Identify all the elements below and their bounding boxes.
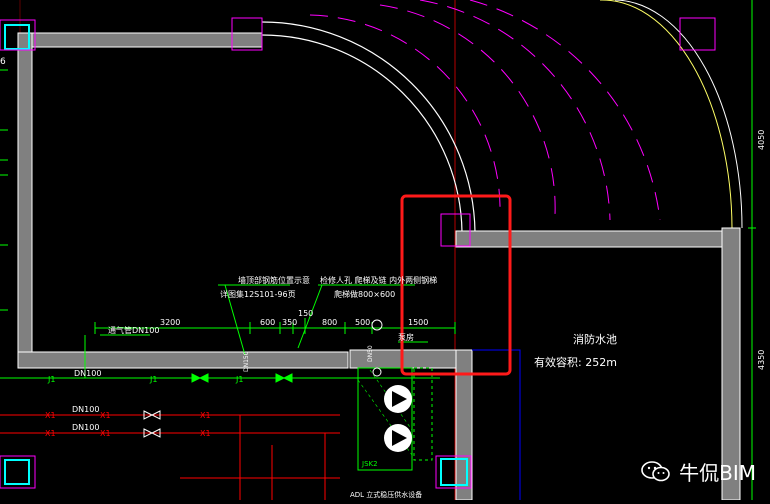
watermark-text: 牛侃BIM <box>679 461 756 485</box>
x1-c: X1 <box>200 411 211 420</box>
floor-plan-svg: 6 墙顶部钢筋位置示意 详图集12S101-96页 检修人孔 爬梯及链 内外两侧… <box>0 0 766 501</box>
x1-a: X1 <box>45 411 56 420</box>
dim-600: 600 <box>260 318 275 327</box>
watermark: 牛侃BIM <box>641 457 756 486</box>
highlight-box[interactable] <box>400 194 512 376</box>
dim-350: 350 <box>282 318 297 327</box>
jsk2-label: JSK2 <box>361 460 378 468</box>
dn50-label: DN50 <box>367 345 374 362</box>
pool-name: 消防水池 <box>573 332 617 346</box>
cad-drawing-canvas[interactable]: 6 墙顶部钢筋位置示意 详图集12S101-96页 检修人孔 爬梯及链 内外两侧… <box>0 0 770 501</box>
x1-d: X1 <box>45 429 56 438</box>
dim-4350: 4350 <box>757 350 766 370</box>
note-1: 墙顶部钢筋位置示意 <box>238 275 310 285</box>
dim-500: 500 <box>355 318 370 327</box>
walls <box>17 32 741 501</box>
x1-f: X1 <box>200 429 211 438</box>
room-label: ADL 立式稳压供水设备 <box>350 490 422 499</box>
note-2: 详图集12S101-96页 <box>220 289 296 299</box>
dn100-b: DN100 <box>72 405 99 414</box>
x1-e: X1 <box>100 429 111 438</box>
j1-b: J1 <box>149 375 157 384</box>
columns <box>4 24 468 486</box>
pipe-x1 <box>0 410 340 500</box>
dim-6-label: 6 <box>0 57 6 67</box>
dim-3200: 3200 <box>160 318 180 327</box>
note-4: 爬梯做800×600 <box>334 289 395 299</box>
wechat-icon <box>641 460 671 483</box>
note-3: 检修人孔 爬梯及链 内外两侧钢梯 <box>320 275 437 285</box>
dashed-arcs <box>309 0 661 221</box>
x1-b: X1 <box>100 411 111 420</box>
dim-800: 800 <box>322 318 337 327</box>
dim-150: 150 <box>298 309 313 318</box>
j1-c: J1 <box>235 375 243 384</box>
pump-label: 泵房 <box>398 332 414 342</box>
left-ticks <box>0 69 8 311</box>
dn100-a: DN100 <box>74 369 101 378</box>
j1-a: J1 <box>47 375 55 384</box>
pool-capacity: 有效容积: 252m <box>534 355 617 369</box>
right-dimensions <box>748 0 756 500</box>
dim-1500: 1500 <box>408 318 428 327</box>
dn100-c: DN100 <box>72 423 99 432</box>
dn150-label: DN150 <box>243 351 250 372</box>
dim-4050: 4050 <box>757 130 766 150</box>
vent-pipe-label: 通气管DN100 <box>108 325 159 335</box>
